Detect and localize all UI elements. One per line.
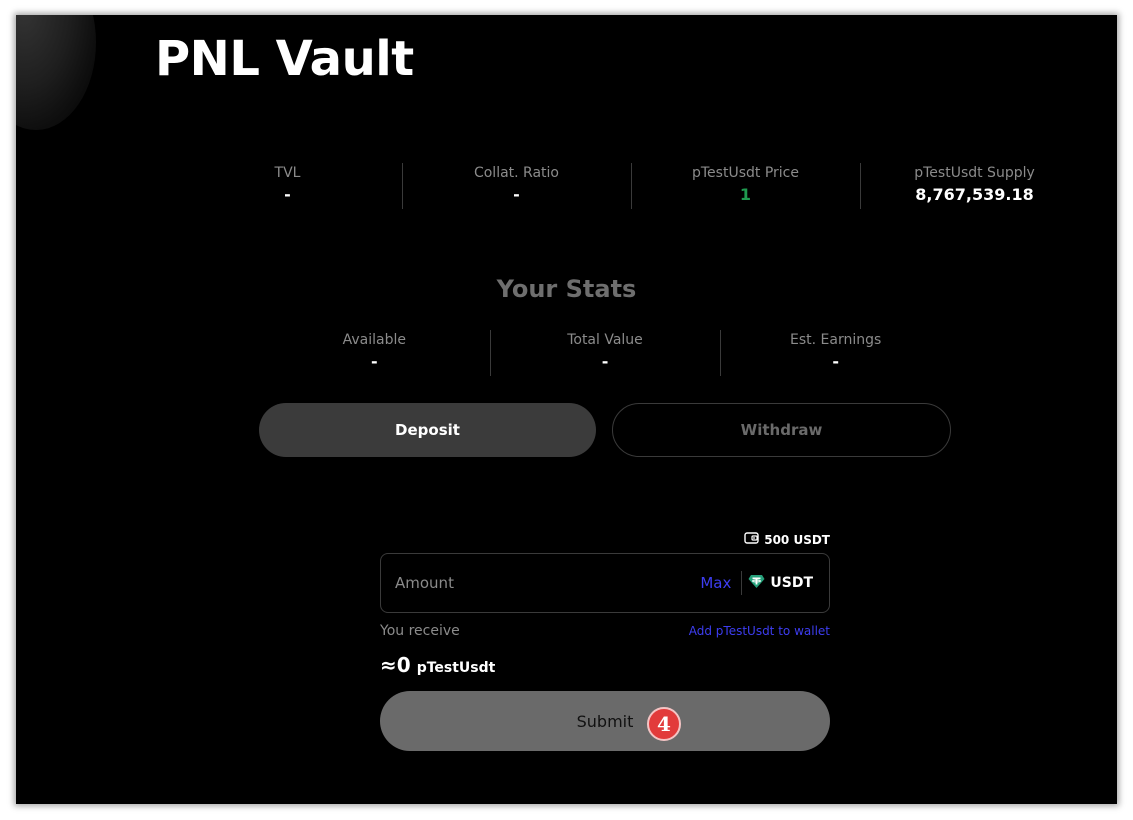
tab-withdraw[interactable]: Withdraw [612,403,951,457]
stat-supply: pTestUsdt Supply 8,767,539.18 [860,163,1089,211]
stat-price: pTestUsdt Price 1 [631,163,860,211]
stat-label: pTestUsdt Supply [914,165,1035,181]
your-stats: Available - Total Value - Est. Earnings … [259,330,951,376]
max-button[interactable]: Max [700,574,731,592]
page-title: PNL Vault [155,31,414,87]
divider [741,571,743,595]
amount-input[interactable] [381,573,701,593]
receive-amount: ≈0 pTestUsdt [380,653,495,677]
receive-label: You receive [380,623,460,639]
stat-value: - [832,352,839,371]
action-tabs: Deposit Withdraw [259,403,951,457]
submit-button[interactable]: Submit [380,691,830,751]
stat-value: - [371,352,378,371]
stat-tvl: TVL - [173,163,402,211]
stat-total-value: Total Value - [489,330,721,376]
stat-available: Available - [259,330,490,376]
step-badge: 4 [647,707,681,741]
your-stats-heading: Your Stats [496,275,637,303]
tab-deposit[interactable]: Deposit [259,403,596,457]
receive-row: You receive Add pTestUsdt to wallet [380,623,830,639]
stat-label: TVL [274,165,301,181]
stat-value: 8,767,539.18 [915,185,1034,204]
decorative-blob [16,15,96,130]
stat-est-earnings: Est. Earnings - [720,330,951,376]
add-token-link[interactable]: Add pTestUsdt to wallet [689,624,830,638]
vault-stats: TVL - Collat. Ratio - pTestUsdt Price 1 … [173,163,1089,211]
stat-value: - [284,185,291,204]
wallet-icon [744,532,759,547]
stat-label: Available [342,332,407,348]
stat-label: Collat. Ratio [473,165,560,181]
tether-icon [748,574,765,593]
balance-value: 500 USDT [764,532,830,547]
receive-unit: pTestUsdt [416,660,496,676]
stat-collat-ratio: Collat. Ratio - [402,163,631,211]
wallet-balance: 500 USDT [380,532,830,547]
stat-label: Est. Earnings [790,332,882,348]
stat-value: 1 [739,185,752,204]
amount-field-container: Max USDT [380,553,830,613]
stat-value: - [513,185,520,204]
app-window: PNL Vault TVL - Collat. Ratio - pTestUsd… [16,15,1117,804]
stat-label: Total Value [567,332,643,348]
token-label: USDT [770,575,813,591]
stat-value: - [601,352,609,371]
receive-approx: ≈0 [380,653,411,677]
stat-label: pTestUsdt Price [692,165,799,181]
token-selector[interactable]: USDT [748,574,813,593]
